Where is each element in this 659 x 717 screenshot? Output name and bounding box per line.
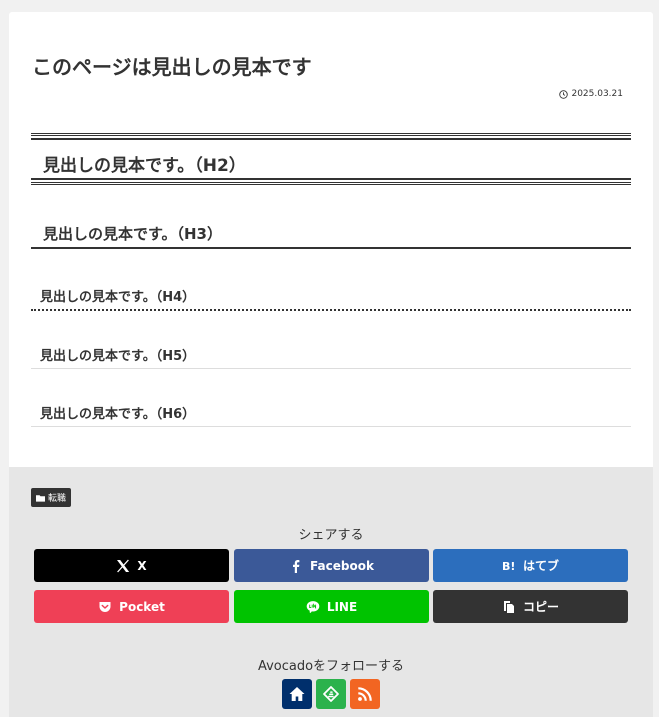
share-pocket-label: Pocket <box>119 599 165 614</box>
category-badge[interactable]: 転職 <box>31 488 72 507</box>
heading-h4-text: 見出しの見本です。（H4） <box>40 290 196 305</box>
clock-icon <box>559 89 569 99</box>
share-line-label: LINE <box>326 599 358 614</box>
heading-h6: 見出しの見本です。（H6） <box>31 397 631 427</box>
share-x-button[interactable]: X <box>34 549 229 582</box>
category-label: 転職 <box>48 494 67 504</box>
follow-label: Avocadoをフォローする <box>257 659 405 674</box>
heading-h3-text: 見出しの見本です。（H3） <box>43 225 222 243</box>
heading-h2-text: 見出しの見本です。（H2） <box>43 156 246 176</box>
page-title: このページは見出しの見本です <box>32 55 312 79</box>
facebook-icon <box>293 559 300 573</box>
feedly-icon <box>323 686 339 702</box>
share-line-button[interactable]: LINE <box>234 590 429 623</box>
follow-feedly-button[interactable] <box>316 679 346 709</box>
article-footer: 転職 シェアする X Facebook B! はてブ Pocket LINE コ… <box>9 467 653 717</box>
heading-h5: 見出しの見本です。（H5） <box>31 339 631 369</box>
heading-h5-text: 見出しの見本です。（H5） <box>40 349 196 364</box>
share-copy-label: コピー <box>522 600 559 614</box>
follow-home-button[interactable] <box>282 679 312 709</box>
rss-icon <box>358 687 372 701</box>
copy-icon <box>503 600 514 613</box>
post-date: 2025.03.21 <box>559 89 623 99</box>
share-copy-button[interactable]: コピー <box>433 590 628 623</box>
share-facebook-button[interactable]: Facebook <box>234 549 429 582</box>
heading-h2: 見出しの見本です。（H2） <box>31 133 631 185</box>
share-x-label: X <box>137 558 147 573</box>
x-icon <box>117 559 130 572</box>
share-hatena-label: はてブ <box>522 559 559 573</box>
folder-icon <box>36 494 45 502</box>
follow-rss-button[interactable] <box>350 679 380 709</box>
line-icon <box>306 600 320 613</box>
svg-text:B!: B! <box>502 560 515 573</box>
share-hatena-button[interactable]: B! はてブ <box>433 549 628 582</box>
pocket-icon <box>99 601 111 612</box>
share-label: シェアする <box>298 528 364 543</box>
date-text: 2025.03.21 <box>571 89 623 99</box>
share-facebook-label: Facebook <box>310 558 374 573</box>
heading-h4: 見出しの見本です。（H4） <box>31 280 631 311</box>
share-pocket-button[interactable]: Pocket <box>34 590 229 623</box>
hatena-bookmark-icon: B! <box>502 560 515 573</box>
heading-h3: 見出しの見本です。（H3） <box>31 214 631 249</box>
home-icon <box>289 687 305 701</box>
heading-h6-text: 見出しの見本です。（H6） <box>40 407 196 422</box>
